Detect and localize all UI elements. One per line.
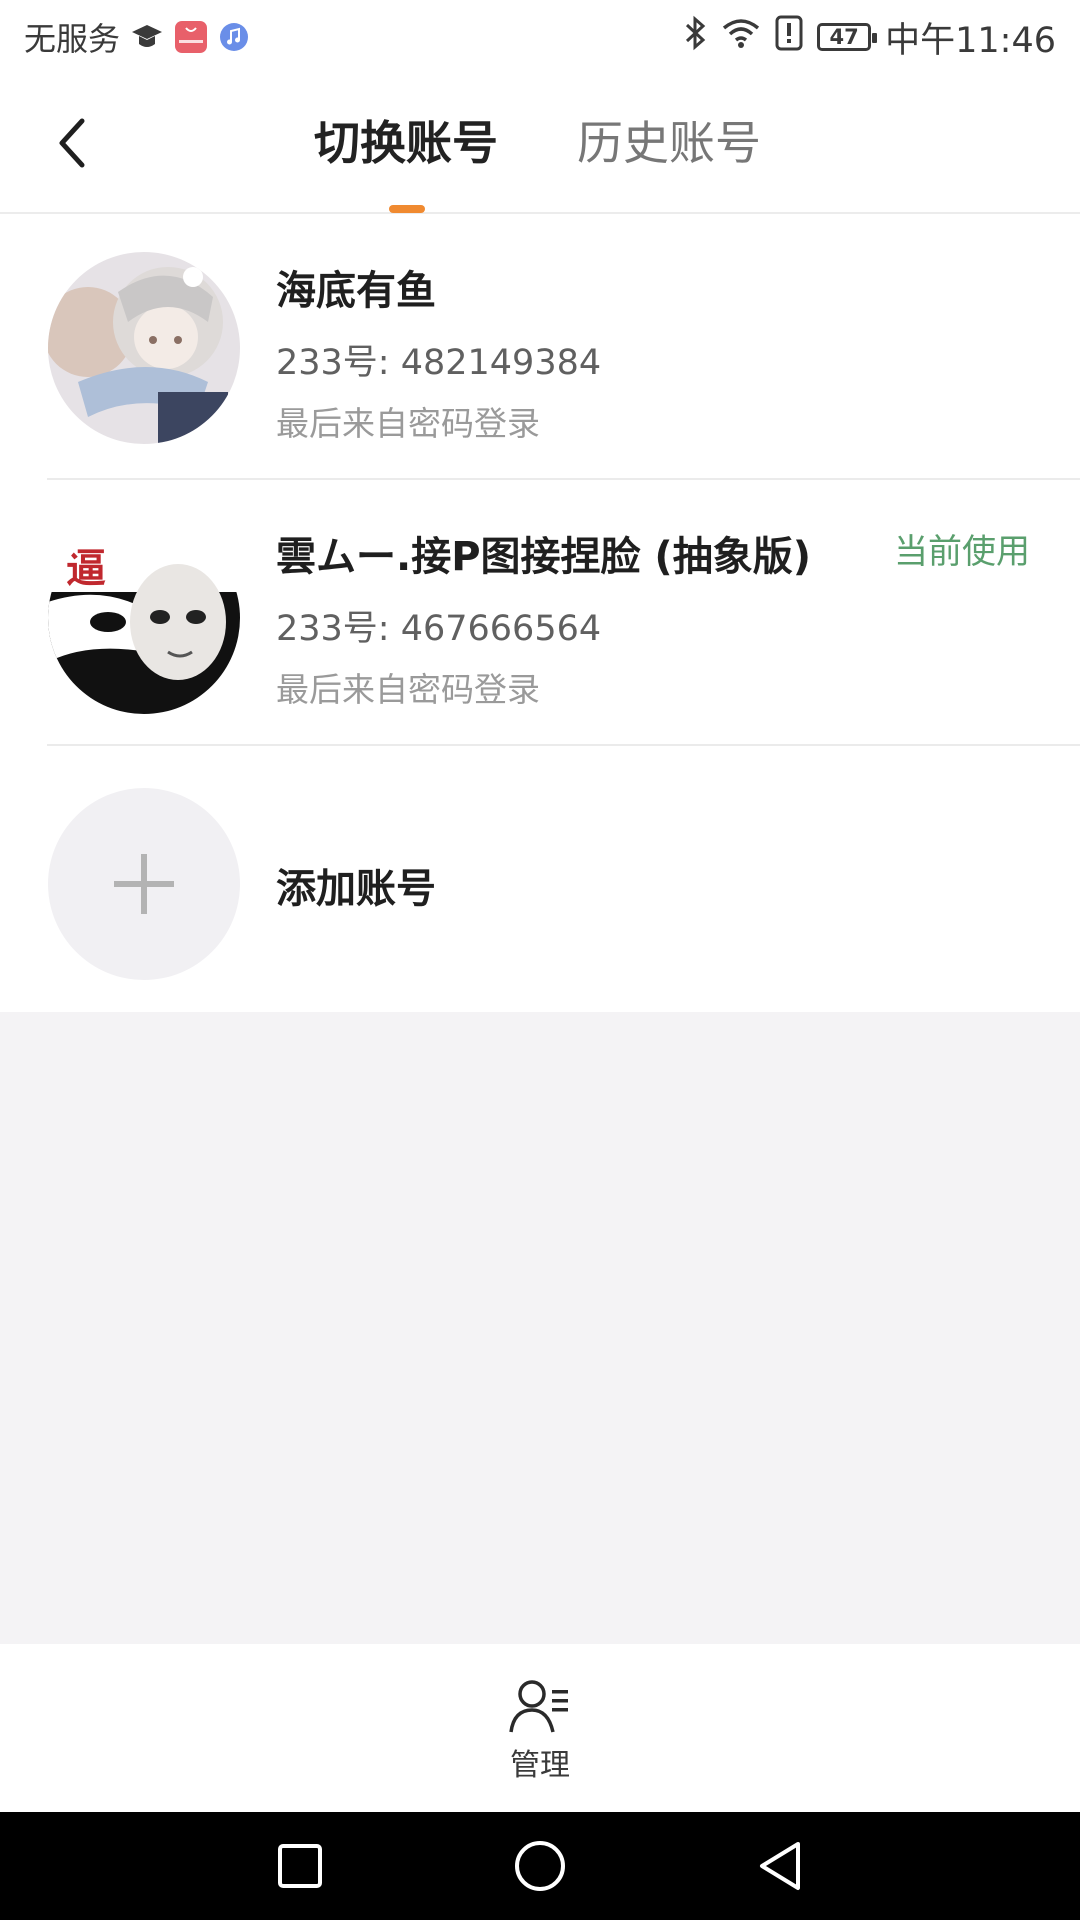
add-account-button[interactable]: [48, 788, 240, 980]
account-list: 海底有鱼 233号: 482149384 最后来自密码登录 逼 雲ムー.接P图接…: [0, 214, 1080, 1012]
battery-icon: 47: [817, 23, 878, 51]
status-right: 47 中午11:46: [683, 14, 1056, 61]
status-bar: 无服务 47 中午11:46: [0, 0, 1080, 74]
triangle-back-icon: [760, 1842, 800, 1890]
account-row[interactable]: 海底有鱼 233号: 482149384 最后来自密码登录: [0, 214, 1080, 480]
manage-button[interactable]: 管理: [490, 1678, 590, 1784]
account-id: 233号: 482149384: [276, 343, 602, 383]
account-name: 雲ムー.接P图接捏脸 (抽象版): [276, 534, 811, 580]
wifi-icon: [721, 16, 761, 59]
chevron-left-icon: [59, 118, 85, 168]
account-id: 233号: 467666564: [276, 609, 602, 649]
current-status-badge: 当前使用: [894, 532, 1030, 572]
bluetooth-icon: [683, 15, 707, 60]
tab-indicator: [389, 205, 425, 213]
home-button[interactable]: [510, 1836, 570, 1896]
bottom-bar: 管理: [0, 1644, 1080, 1812]
last-login-method: 最后来自密码登录: [276, 670, 540, 709]
alert-icon: [775, 15, 803, 60]
account-row[interactable]: 逼 雲ムー.接P图接捏脸 (抽象版) 当前使用 233号: 467666564 …: [0, 480, 1080, 746]
circle-icon: [515, 1841, 565, 1891]
manage-label: 管理: [510, 1748, 570, 1783]
account-name: 海底有鱼: [276, 268, 436, 314]
graduation-cap-icon: [130, 20, 164, 54]
system-nav-bar: [0, 1812, 1080, 1920]
plus-icon: [114, 854, 174, 914]
square-icon: [278, 1844, 322, 1888]
clock: 中午11:46: [885, 20, 1056, 61]
back-nav-button[interactable]: [750, 1836, 810, 1896]
header: 切换账号 历史账号: [0, 74, 1080, 214]
add-account-label: 添加账号: [276, 866, 436, 912]
music-icon: [218, 21, 250, 53]
tab-switch-account[interactable]: 切换账号: [314, 112, 498, 174]
avatar: 逼: [48, 522, 240, 714]
user-list-icon: [509, 1680, 568, 1733]
recent-apps-button[interactable]: [270, 1836, 330, 1896]
battery-level: 47: [829, 25, 859, 49]
add-account-row[interactable]: 添加账号: [0, 746, 1080, 1012]
huawei-app-icon: [174, 20, 208, 54]
carrier-label: 无服务: [24, 20, 121, 58]
back-button[interactable]: [44, 112, 100, 174]
tab-history-account[interactable]: 历史账号: [577, 112, 761, 174]
avatar: [48, 252, 240, 444]
last-login-method: 最后来自密码登录: [276, 404, 540, 443]
avatar-text: 逼: [66, 546, 106, 592]
status-left: 无服务: [24, 14, 250, 60]
